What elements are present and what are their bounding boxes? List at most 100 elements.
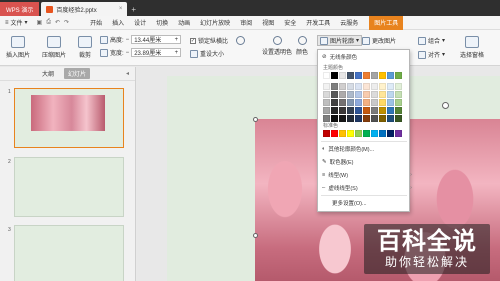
color-swatch[interactable]: [395, 99, 402, 106]
color-swatch[interactable]: [323, 115, 330, 122]
color-swatch[interactable]: [371, 99, 378, 106]
color-button[interactable]: 颜色: [296, 36, 308, 56]
color-swatch[interactable]: [395, 107, 402, 114]
color-swatch[interactable]: [363, 72, 370, 79]
tab-security[interactable]: 安全: [279, 16, 301, 30]
color-swatch[interactable]: [339, 107, 346, 114]
print-icon[interactable]: ⎙: [46, 19, 51, 26]
color-swatch[interactable]: [371, 107, 378, 114]
color-swatch[interactable]: [355, 99, 362, 106]
set-transparent-button[interactable]: 设置透明色: [262, 36, 292, 56]
color-swatch[interactable]: [347, 130, 354, 137]
crop-button[interactable]: 裁剪: [78, 36, 92, 59]
color-swatch[interactable]: [347, 99, 354, 106]
dash-type-option[interactable]: ┄ 虚线线型(S) ›: [322, 184, 412, 192]
collapse-panel-icon[interactable]: ◂: [126, 70, 129, 77]
color-swatch[interactable]: [347, 115, 354, 122]
color-swatch[interactable]: [331, 83, 338, 90]
color-swatch[interactable]: [379, 83, 386, 90]
new-tab-icon[interactable]: +: [131, 2, 136, 16]
height-input[interactable]: 13.44厘米 +: [131, 35, 182, 44]
color-swatch[interactable]: [387, 115, 394, 122]
color-swatch[interactable]: [339, 99, 346, 106]
color-swatch[interactable]: [339, 91, 346, 98]
slide-thumbnail[interactable]: [14, 225, 124, 281]
color-swatch[interactable]: [323, 99, 330, 106]
color-swatch[interactable]: [395, 72, 402, 79]
resize-handle[interactable]: [253, 233, 258, 238]
rotate-handle[interactable]: [442, 102, 449, 109]
no-line-color-option[interactable]: ⊘ 无线条颜色: [322, 53, 357, 61]
color-swatch[interactable]: [355, 72, 362, 79]
color-swatch[interactable]: [363, 115, 370, 122]
minus-icon[interactable]: −: [126, 50, 130, 56]
color-swatch[interactable]: [387, 91, 394, 98]
combine-button[interactable]: 组合 ▾: [418, 36, 445, 45]
tab-transitions[interactable]: 切换: [151, 16, 173, 30]
color-swatch[interactable]: [387, 107, 394, 114]
color-swatch[interactable]: [395, 115, 402, 122]
color-swatch[interactable]: [323, 91, 330, 98]
tab-picture-tools[interactable]: 图片工具: [369, 15, 404, 30]
color-swatch[interactable]: [339, 72, 346, 79]
slide-thumbnail[interactable]: [14, 88, 124, 148]
color-swatch[interactable]: [347, 107, 354, 114]
eyedropper-option[interactable]: ✎ 取色器(E): [322, 158, 353, 166]
color-swatch[interactable]: [339, 83, 346, 90]
color-swatch[interactable]: [379, 99, 386, 106]
color-swatch[interactable]: [331, 115, 338, 122]
width-input[interactable]: 23.89厘米 +: [131, 48, 182, 57]
tab-view[interactable]: 视图: [257, 16, 279, 30]
color-swatch[interactable]: [363, 130, 370, 137]
color-swatch[interactable]: [339, 130, 346, 137]
color-swatch[interactable]: [339, 115, 346, 122]
color-swatch[interactable]: [355, 107, 362, 114]
compress-picture-button[interactable]: 压缩图片: [42, 36, 66, 59]
color-swatch[interactable]: [355, 91, 362, 98]
app-tab[interactable]: WPS 演示: [0, 2, 40, 16]
color-swatch[interactable]: [371, 130, 378, 137]
tab-slideshow[interactable]: 幻灯片放映: [195, 16, 235, 30]
reset-size-button[interactable]: 重设大小: [190, 49, 224, 58]
color-swatch[interactable]: [331, 99, 338, 106]
save-icon[interactable]: ▣: [37, 19, 43, 26]
slide-thumbnail[interactable]: [14, 157, 124, 217]
color-swatch[interactable]: [323, 72, 330, 79]
color-swatch[interactable]: [379, 91, 386, 98]
color-swatch[interactable]: [387, 72, 394, 79]
color-swatch[interactable]: [387, 130, 394, 137]
tab-cloud[interactable]: 云服务: [335, 16, 363, 30]
rotate-button[interactable]: [236, 36, 245, 45]
color-swatch[interactable]: [371, 91, 378, 98]
color-swatch[interactable]: [379, 107, 386, 114]
tab-home[interactable]: 开始: [85, 16, 107, 30]
tab-design[interactable]: 设计: [129, 16, 151, 30]
color-swatch[interactable]: [323, 83, 330, 90]
more-outline-colors-option[interactable]: ◐ 其他轮廓颜色(M)...: [322, 145, 374, 153]
plus-icon[interactable]: +: [175, 50, 179, 56]
change-picture-button[interactable]: 更改图片: [362, 36, 396, 45]
color-swatch[interactable]: [323, 107, 330, 114]
color-swatch[interactable]: [331, 72, 338, 79]
color-swatch[interactable]: [371, 83, 378, 90]
undo-icon[interactable]: ↶: [55, 19, 60, 26]
color-swatch[interactable]: [363, 99, 370, 106]
tab-outline[interactable]: 大纲: [42, 69, 54, 78]
color-swatch[interactable]: [371, 72, 378, 79]
plus-icon[interactable]: +: [175, 37, 179, 43]
minus-icon[interactable]: −: [126, 37, 130, 43]
picture-outline-button[interactable]: 图片轮廓 ▾: [317, 35, 363, 46]
color-swatch[interactable]: [395, 130, 402, 137]
tab-review[interactable]: 审阅: [235, 16, 257, 30]
color-swatch[interactable]: [379, 72, 386, 79]
insert-picture-button[interactable]: 插入图片: [6, 36, 30, 59]
color-swatch[interactable]: [331, 107, 338, 114]
more-settings-option[interactable]: 更多设置(O)...: [332, 199, 367, 207]
document-tab[interactable]: 百度经验2.pptx ×: [41, 2, 128, 16]
color-swatch[interactable]: [355, 83, 362, 90]
tab-developer[interactable]: 开发工具: [301, 16, 335, 30]
color-swatch[interactable]: [347, 91, 354, 98]
color-swatch[interactable]: [323, 130, 330, 137]
color-swatch[interactable]: [379, 115, 386, 122]
color-swatch[interactable]: [371, 115, 378, 122]
